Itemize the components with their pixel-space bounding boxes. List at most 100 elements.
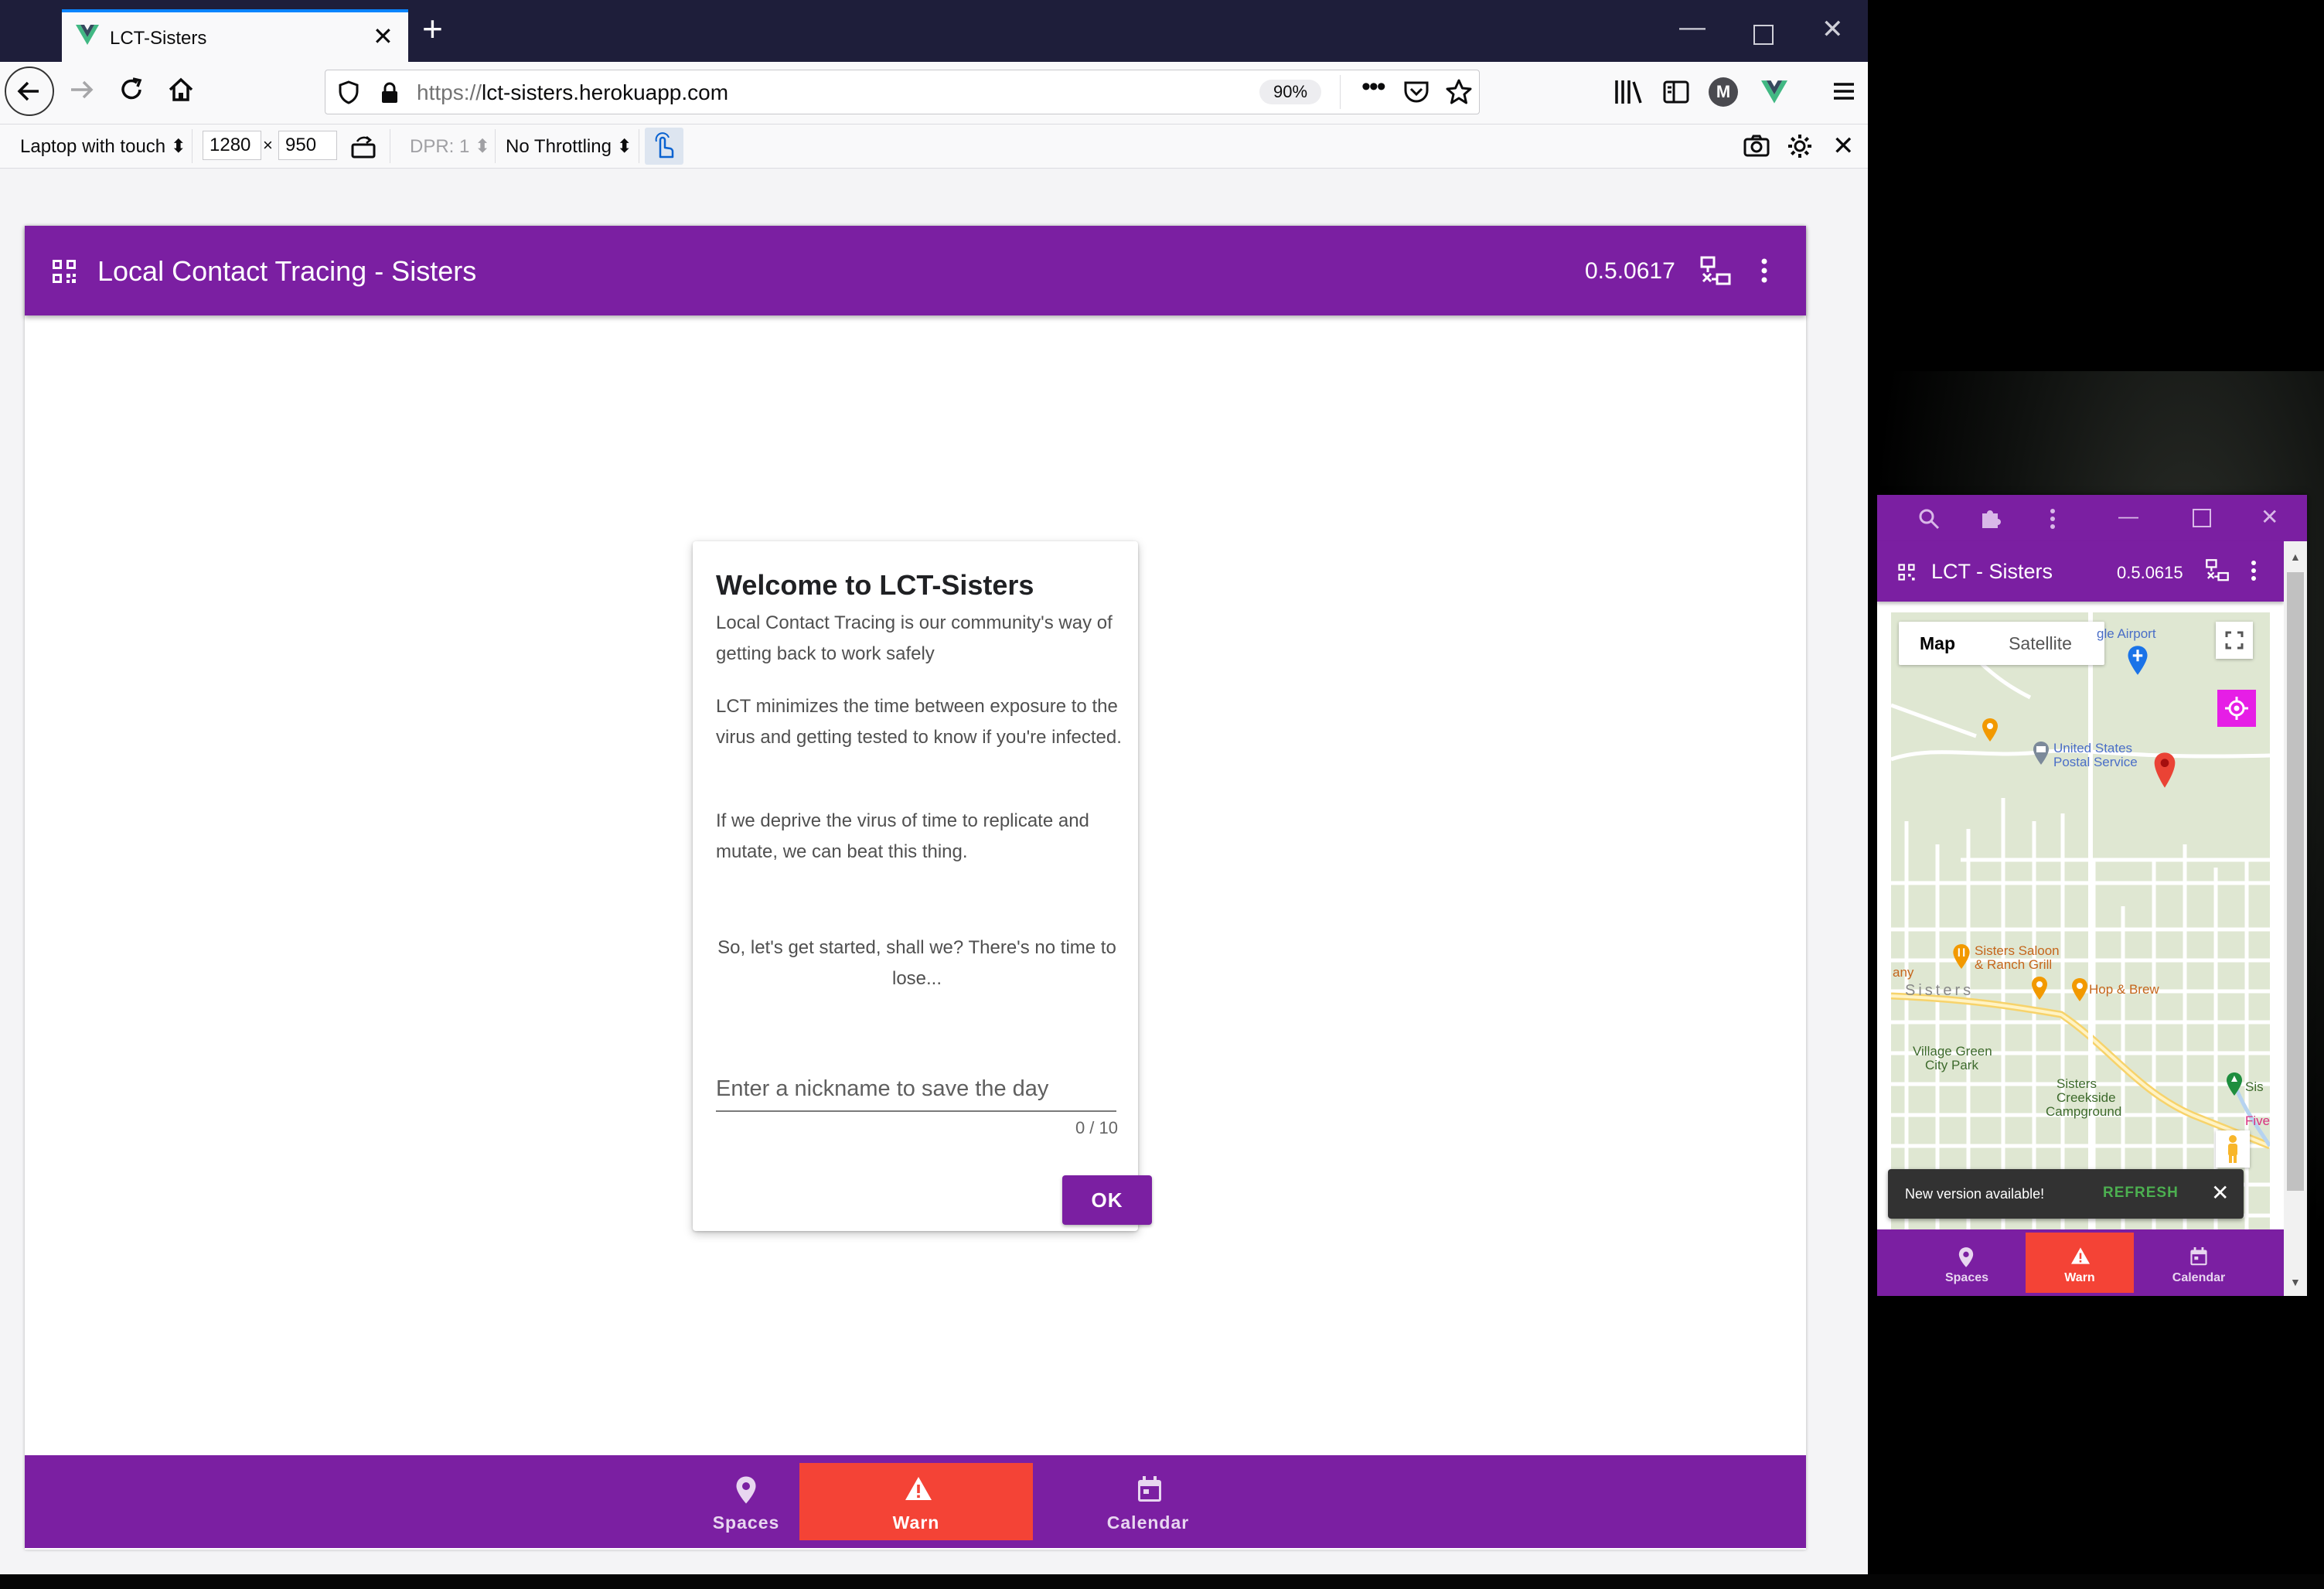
map-type-satellite-button[interactable]: Satellite bbox=[1976, 622, 2104, 665]
divider bbox=[495, 129, 496, 163]
maximize-window-icon[interactable] bbox=[1753, 25, 1774, 45]
pwa-close-icon[interactable]: ✕ bbox=[2261, 504, 2278, 530]
dialog-intro-text: Local Contact Tracing is our community's… bbox=[716, 612, 1113, 664]
pwa-app-title: LCT - Sisters bbox=[1931, 560, 2053, 583]
park-marker-icon[interactable] bbox=[2225, 1072, 2244, 1096]
minimize-window-icon[interactable]: — bbox=[1679, 12, 1706, 43]
nickname-input[interactable] bbox=[716, 1067, 1116, 1112]
zoom-badge[interactable]: 90% bbox=[1259, 80, 1321, 104]
pwa-maximize-icon[interactable] bbox=[2193, 509, 2211, 527]
map-label-park-1: Village Green bbox=[1913, 1044, 1992, 1059]
vue-devtools-icon[interactable] bbox=[1761, 80, 1787, 105]
new-tab-icon[interactable]: + bbox=[422, 11, 443, 46]
lock-icon[interactable] bbox=[380, 81, 400, 104]
scroll-down-icon[interactable]: ▼ bbox=[2290, 1276, 2301, 1288]
map-label-airport: gle Airport bbox=[2097, 626, 2156, 641]
page-actions-icon[interactable]: ••• bbox=[1361, 72, 1386, 102]
fullscreen-icon[interactable] bbox=[2216, 622, 2253, 659]
shield-icon[interactable] bbox=[338, 80, 360, 104]
welcome-dialog: Welcome to LCT-Sisters Local Contact Tra… bbox=[693, 541, 1152, 1231]
close-rdm-icon[interactable]: ✕ bbox=[1832, 131, 1855, 162]
map-label-saloon-1: Sisters Saloon bbox=[1975, 943, 2060, 958]
library-icon[interactable] bbox=[1613, 77, 1644, 107]
food-marker-icon[interactable] bbox=[2030, 976, 2049, 1001]
map-label-sis: Sis bbox=[2245, 1079, 2264, 1094]
nav-calendar[interactable]: Calendar bbox=[2145, 1233, 2253, 1293]
search-icon[interactable] bbox=[1917, 507, 1941, 530]
url-bar[interactable]: https://lct-sisters.herokuapp.com 90% ••… bbox=[325, 70, 1480, 114]
scroll-up-icon[interactable]: ▲ bbox=[2290, 551, 2301, 563]
nav-calendar[interactable]: Calendar bbox=[1031, 1463, 1265, 1540]
google-map[interactable]: Map Satellite gle Airport United States … bbox=[1891, 612, 2270, 1234]
location-pin-icon[interactable] bbox=[2152, 752, 2177, 789]
restaurant-marker-icon[interactable] bbox=[1951, 943, 1971, 970]
scrollbar[interactable]: ▲ ▼ bbox=[2284, 541, 2307, 1296]
connection-status-icon[interactable] bbox=[2205, 558, 2230, 583]
pwa-menu-icon[interactable] bbox=[2049, 507, 2057, 530]
snackbar-message: New version available! bbox=[1905, 1186, 2045, 1202]
dimension-separator: × bbox=[263, 135, 273, 155]
throttling-select[interactable]: No Throttling ⬍ bbox=[506, 135, 632, 158]
extensions-puzzle-icon[interactable] bbox=[1978, 506, 2002, 530]
tab-title: LCT-Sisters bbox=[110, 28, 207, 49]
device-select-label: Laptop with touch bbox=[20, 136, 166, 157]
pwa-minimize-icon[interactable]: — bbox=[2118, 504, 2138, 528]
close-window-icon[interactable]: ✕ bbox=[1821, 14, 1844, 45]
more-vert-icon[interactable] bbox=[2250, 560, 2258, 581]
bookmark-star-icon[interactable] bbox=[1445, 78, 1473, 106]
bar-marker-icon[interactable] bbox=[2070, 977, 2089, 1002]
map-label-sisters: Sisters bbox=[1905, 982, 1975, 999]
nav-spaces[interactable]: Spaces bbox=[1913, 1233, 2021, 1293]
sidebar-icon[interactable] bbox=[1662, 79, 1690, 105]
app-bar: Local Contact Tracing - Sisters 0.5.0617 bbox=[25, 226, 1806, 315]
forward-icon[interactable] bbox=[65, 73, 99, 107]
nav-warn[interactable]: Warn bbox=[799, 1463, 1033, 1540]
hamburger-menu-icon[interactable] bbox=[1831, 77, 1857, 105]
nav-warn-label: Warn bbox=[2064, 1271, 2095, 1284]
refresh-button[interactable]: REFRESH bbox=[2103, 1185, 2179, 1202]
map-type-map-button[interactable]: Map bbox=[1899, 622, 1976, 665]
ok-button[interactable]: OK bbox=[1062, 1175, 1152, 1225]
food-marker-icon[interactable] bbox=[1981, 718, 1999, 742]
map-type-control: Map Satellite bbox=[1899, 622, 2104, 665]
map-label-any: any bbox=[1893, 965, 1914, 980]
app-title: Local Contact Tracing - Sisters bbox=[97, 255, 477, 287]
post-office-marker-icon[interactable] bbox=[2032, 741, 2050, 766]
app-version: 0.5.0617 bbox=[1585, 258, 1675, 284]
vue-favicon-icon bbox=[76, 25, 99, 46]
qr-code-icon[interactable] bbox=[51, 258, 77, 285]
nav-warn-label: Warn bbox=[892, 1512, 940, 1533]
home-icon[interactable] bbox=[164, 73, 198, 107]
responsive-design-toolbar: Laptop with touch ⬍ 1280 × 950 DPR: 1 ⬍ … bbox=[0, 124, 1868, 169]
reload-icon[interactable] bbox=[114, 73, 148, 107]
dialog-title: Welcome to LCT-Sisters bbox=[716, 569, 1034, 601]
dpr-select[interactable]: DPR: 1 ⬍ bbox=[410, 135, 490, 158]
device-select[interactable]: Laptop with touch ⬍ bbox=[20, 135, 186, 158]
back-icon[interactable] bbox=[5, 66, 54, 116]
map-label-campground-2: Creekside bbox=[2057, 1090, 2116, 1105]
pocket-icon[interactable] bbox=[1403, 80, 1429, 104]
close-tab-icon[interactable]: ✕ bbox=[373, 22, 394, 51]
scroll-thumb[interactable] bbox=[2287, 572, 2304, 1191]
rotate-viewport-icon[interactable] bbox=[349, 132, 377, 160]
browser-tab[interactable]: LCT-Sisters ✕ bbox=[62, 9, 408, 62]
qr-code-icon[interactable] bbox=[1897, 563, 1916, 581]
touch-simulation-icon[interactable] bbox=[645, 128, 683, 165]
dialog-lct-text: LCT minimizes the time between exposure … bbox=[716, 696, 1122, 748]
my-location-icon[interactable] bbox=[2217, 690, 2256, 727]
pegman-icon[interactable] bbox=[2216, 1130, 2250, 1168]
settings-gear-icon[interactable] bbox=[1786, 132, 1814, 160]
lct-app: Local Contact Tracing - Sisters 0.5.0617… bbox=[25, 226, 1806, 1550]
airport-marker-icon[interactable] bbox=[2126, 645, 2149, 676]
map-label-park-2: City Park bbox=[1925, 1058, 1978, 1072]
account-avatar-icon[interactable]: M bbox=[1709, 77, 1738, 107]
more-vert-icon[interactable] bbox=[1760, 257, 1769, 285]
nav-warn[interactable]: Warn bbox=[2026, 1233, 2134, 1293]
connection-status-icon[interactable] bbox=[1699, 255, 1732, 288]
viewport-height-input[interactable]: 950 bbox=[278, 131, 337, 160]
viewport-width-input[interactable]: 1280 bbox=[203, 131, 261, 160]
bottom-navigation: Spaces Warn Calendar bbox=[25, 1455, 1806, 1548]
screenshot-icon[interactable] bbox=[1743, 134, 1770, 159]
close-snackbar-icon[interactable]: ✕ bbox=[2211, 1180, 2229, 1205]
url-host: lct-sisters.herokuapp.com bbox=[482, 80, 729, 104]
